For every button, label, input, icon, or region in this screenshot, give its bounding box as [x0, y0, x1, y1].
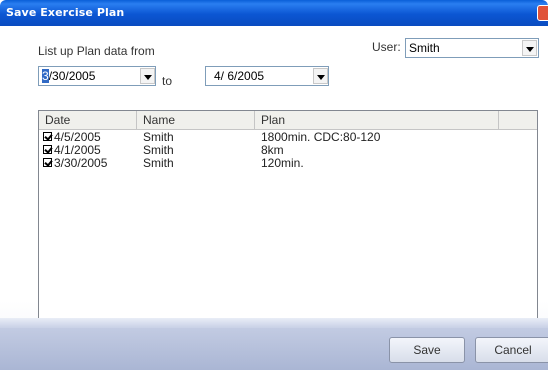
column-header-date[interactable]: Date	[39, 111, 137, 129]
row-date: 3/30/2005	[54, 156, 108, 170]
list-header: Date Name Plan	[39, 111, 537, 130]
chevron-down-icon[interactable]	[140, 68, 155, 84]
to-date-value: 4/ 6/2005	[214, 69, 265, 83]
checkbox-checked-icon[interactable]	[43, 158, 52, 167]
button-bar: Save Cancel	[0, 318, 548, 370]
to-date-picker[interactable]: 4/ 6/2005	[205, 66, 329, 86]
checkbox-checked-icon[interactable]	[43, 132, 52, 141]
table-row[interactable]: 4/5/2005 Smith 1800min. CDC:80-120	[39, 131, 537, 144]
dialog-body: List up Plan data from User: Smith 3/30/…	[0, 26, 548, 370]
chevron-down-icon[interactable]	[313, 68, 328, 84]
user-select-value: Smith	[409, 41, 440, 55]
cancel-button[interactable]: Cancel	[475, 337, 548, 363]
row-name: Smith	[143, 156, 174, 170]
close-icon[interactable]	[537, 5, 548, 21]
save-button[interactable]: Save	[389, 337, 465, 363]
list-up-label: List up Plan data from	[38, 44, 155, 58]
checkbox-checked-icon[interactable]	[43, 145, 52, 154]
from-date-picker[interactable]: 3/30/2005	[38, 66, 156, 86]
chevron-down-icon[interactable]	[522, 40, 537, 56]
to-label: to	[162, 74, 173, 88]
from-date-value: /30/2005	[48, 69, 96, 83]
table-row[interactable]: 3/30/2005 Smith 120min.	[39, 157, 537, 170]
title-bar: Save Exercise Plan	[0, 0, 548, 26]
window-title: Save Exercise Plan	[6, 6, 125, 19]
user-select[interactable]: Smith	[405, 38, 539, 58]
user-label: User:	[372, 40, 401, 54]
plan-list[interactable]: Date Name Plan 4/5/2005 Smith 1800min. C…	[38, 110, 538, 322]
column-header-name[interactable]: Name	[137, 111, 255, 129]
from-date-selected-part: 3	[42, 69, 49, 83]
column-header-extra	[499, 111, 537, 129]
column-header-plan[interactable]: Plan	[255, 111, 499, 129]
row-plan: 120min.	[261, 156, 304, 170]
